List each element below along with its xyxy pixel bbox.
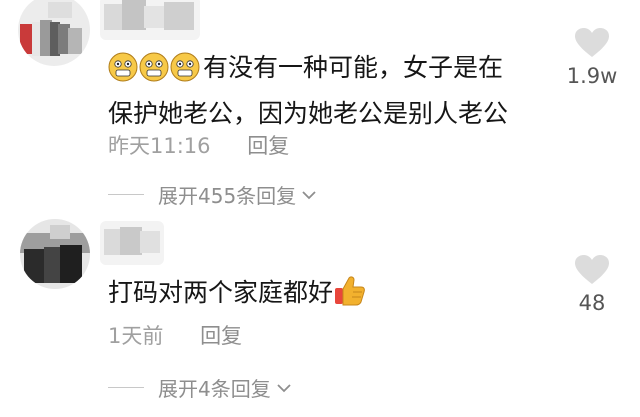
- thumbs-up-emoji: [335, 276, 365, 306]
- expand-replies-button[interactable]: 展开4条回复: [108, 373, 293, 402]
- divider: [108, 194, 144, 195]
- comment-meta: 1天前 回复: [108, 320, 242, 350]
- chevron-down-icon: [277, 383, 291, 392]
- comment-meta: 昨天11:16 回复: [108, 130, 289, 160]
- grinning-face-emoji: [170, 52, 200, 82]
- comment-text: 打码对两个家庭都好: [108, 273, 367, 313]
- grinning-face-emoji: [139, 52, 169, 82]
- like-button[interactable]: 1.9w: [562, 28, 622, 88]
- chevron-down-icon: [302, 190, 316, 199]
- grinning-face-emoji: [108, 52, 138, 82]
- comment-text-body: 打码对两个家庭都好: [108, 278, 334, 307]
- divider: [108, 387, 144, 388]
- like-count: 1.9w: [566, 64, 618, 88]
- avatar[interactable]: [20, 219, 90, 289]
- avatar[interactable]: [18, 0, 90, 66]
- emoji-group: [108, 52, 201, 94]
- reply-button[interactable]: 回复: [247, 134, 289, 158]
- comment-text: 有没有一种可能，女子是在 保护她老公，因为她老公是别人老公: [108, 48, 508, 134]
- comment-time: 昨天11:16: [108, 134, 211, 158]
- comment-item: 打码对两个家庭都好 1天前 回复 展开4条回复 48: [0, 215, 640, 417]
- heart-icon: [575, 255, 609, 284]
- username-redacted[interactable]: [100, 221, 164, 265]
- expand-replies-button[interactable]: 展开455条回复: [108, 180, 318, 209]
- heart-icon: [575, 28, 609, 57]
- like-count: 48: [578, 291, 606, 315]
- reply-button[interactable]: 回复: [200, 324, 242, 348]
- comment-time: 1天前: [108, 324, 164, 348]
- expand-replies-label: 展开4条回复: [158, 377, 271, 401]
- comment-text-line1: 有没有一种可能，女子是在: [203, 53, 504, 82]
- comment-item: 有没有一种可能，女子是在 保护她老公，因为她老公是别人老公 昨天11:16 回复…: [0, 0, 640, 215]
- username-redacted[interactable]: [100, 0, 200, 40]
- comment-text-line2: 保护她老公，因为她老公是别人老公: [108, 99, 509, 128]
- expand-replies-label: 展开455条回复: [158, 184, 297, 208]
- like-button[interactable]: 48: [562, 255, 622, 315]
